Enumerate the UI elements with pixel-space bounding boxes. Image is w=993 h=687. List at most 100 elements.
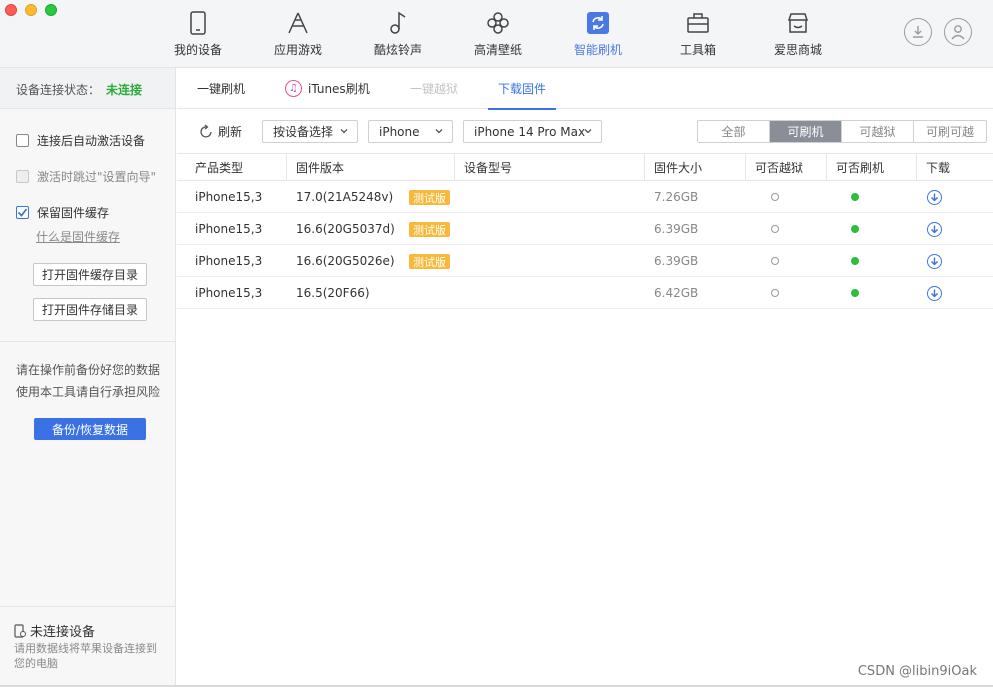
tab-one-click-flash[interactable]: 一键刷机 [197, 68, 245, 109]
cell-flash [851, 213, 859, 245]
nav-label: 酷炫铃声 [373, 43, 422, 57]
refresh-button[interactable]: 刷新 [199, 123, 242, 140]
column-header-product[interactable]: 产品类型 [177, 154, 285, 181]
cell-product: iPhone15,3 [195, 190, 263, 204]
cell-version: 16.6(20G5026e) [296, 254, 395, 268]
nav-label: 高清壁纸 [473, 43, 522, 57]
download-arrow-icon [931, 257, 938, 265]
minimize-window-button[interactable] [25, 4, 37, 16]
nav-label: 我的设备 [173, 43, 222, 57]
cell-jailbreak [771, 181, 779, 213]
tab-download-firmware[interactable]: 下载固件 [488, 68, 557, 110]
no-device-description: 请用数据线将苹果设备连接到您的电脑 [14, 642, 157, 670]
download-manager-button[interactable] [904, 18, 932, 46]
sidebar: 设备连接状态： 未连接 连接后自动激活设备 激活时跳过"设置向导" 保留固件缓存 … [0, 68, 176, 687]
available-dot-icon [851, 289, 859, 297]
auto-activate-label: 连接后自动激活设备 [37, 134, 146, 148]
download-firmware-button[interactable] [927, 253, 942, 269]
zoom-window-button[interactable] [45, 4, 57, 16]
cell-jailbreak [771, 213, 779, 245]
column-header-size[interactable]: 固件大小 [644, 154, 745, 181]
column-header-model[interactable]: 设备型号 [454, 154, 644, 181]
table-row[interactable]: iPhone15,3 16.6(20G5037d) 测试版 6.39GB [177, 213, 993, 245]
nav-toolbox[interactable]: 工具箱 [648, 0, 748, 68]
top-bar: 我的设备 应用游戏 酷炫铃声 高清壁纸 智能刷机 工具箱 爱思商城 [0, 0, 993, 68]
column-header-download[interactable]: 下载 [916, 154, 993, 181]
nav-label: 应用游戏 [273, 43, 322, 57]
column-header-version[interactable]: 固件版本 [286, 154, 454, 181]
auto-activate-option[interactable]: 连接后自动激活设备 [16, 132, 145, 149]
tab-one-click-jailbreak: 一键越狱 [410, 68, 458, 109]
download-arrow-icon [931, 225, 938, 233]
download-icon [913, 26, 923, 38]
column-header-flash[interactable]: 可否刷机 [826, 154, 916, 181]
tab-label: iTunes刷机 [308, 82, 370, 96]
nav-ringtones[interactable]: 酷炫铃声 [348, 0, 448, 68]
checkmark-icon [17, 208, 28, 217]
keep-cache-checkbox[interactable] [16, 206, 29, 219]
nav-my-device[interactable]: 我的设备 [148, 0, 248, 68]
device-model-dropdown[interactable]: iPhone 14 Pro Max [463, 120, 602, 143]
beta-badge: 测试版 [409, 190, 450, 205]
flower-icon [485, 10, 511, 36]
device-type-dropdown[interactable]: iPhone [368, 120, 453, 143]
nav-wallpapers[interactable]: 高清壁纸 [448, 0, 548, 68]
download-firmware-button[interactable] [927, 189, 942, 205]
nav-store[interactable]: 爱思商城 [748, 0, 848, 68]
phone-icon [185, 10, 211, 36]
backup-restore-button[interactable]: 备份/恢复数据 [34, 418, 146, 440]
cell-download [927, 213, 942, 245]
table-row[interactable]: iPhone15,3 17.0(21A5248v) 测试版 7.26GB [177, 181, 993, 213]
download-firmware-button[interactable] [927, 221, 942, 237]
filter-jailbreakable[interactable]: 可越狱 [842, 121, 914, 142]
unavailable-dot-icon [771, 289, 779, 297]
nav-label: 爱思商城 [773, 43, 822, 57]
device-model-value: iPhone 14 Pro Max [474, 124, 586, 139]
open-store-dir-button[interactable]: 打开固件存储目录 [33, 298, 147, 321]
no-device-title-text: 未连接设备 [30, 625, 96, 640]
filter-all[interactable]: 全部 [698, 121, 770, 142]
available-dot-icon [851, 225, 859, 233]
table-row[interactable]: iPhone15,3 16.6(20G5026e) 测试版 6.39GB [177, 245, 993, 277]
download-firmware-button[interactable] [927, 285, 942, 301]
open-cache-dir-button[interactable]: 打开固件缓存目录 [33, 263, 147, 286]
cell-flash [851, 277, 859, 309]
cell-download [927, 245, 942, 277]
tab-label: 一键越狱 [410, 82, 459, 96]
nav-label: 智能刷机 [573, 43, 622, 57]
tab-itunes-flash[interactable]: ♫ iTunes刷机 [285, 68, 370, 109]
what-is-cache-link[interactable]: 什么是固件缓存 [36, 228, 120, 245]
cell-product: iPhone15,3 [195, 222, 263, 236]
select-mode-value: 按设备选择 [273, 125, 334, 139]
keep-cache-option[interactable]: 保留固件缓存 [16, 204, 109, 221]
chevron-down-icon [584, 129, 592, 134]
keep-cache-label: 保留固件缓存 [37, 206, 110, 220]
column-header-jailbreak[interactable]: 可否越狱 [745, 154, 826, 181]
nav-apps-games[interactable]: 应用游戏 [248, 0, 348, 68]
cell-jailbreak [771, 277, 779, 309]
close-window-button[interactable] [5, 4, 17, 16]
sidebar-divider [0, 341, 176, 342]
auto-activate-checkbox[interactable] [16, 134, 29, 147]
device-type-value: iPhone [379, 124, 420, 139]
unavailable-dot-icon [771, 257, 779, 265]
toolbox-icon [685, 10, 711, 36]
available-dot-icon [851, 257, 859, 265]
user-account-button[interactable] [944, 18, 972, 46]
store-icon [785, 10, 811, 36]
chevron-down-icon [340, 129, 348, 134]
nav-smart-flash[interactable]: 智能刷机 [548, 0, 648, 68]
cell-download [927, 181, 942, 213]
refresh-icon [200, 124, 212, 138]
backup-warning-line1: 请在操作前备份好您的数据 [15, 363, 160, 377]
filter-flashable[interactable]: 可刷机 [770, 121, 842, 142]
select-mode-dropdown[interactable]: 按设备选择 [262, 120, 358, 143]
beta-badge: 测试版 [409, 222, 450, 237]
firmware-toolbar: 刷新 按设备选择 iPhone iPhone 14 Pro Max 全部 可刷机… [177, 109, 993, 154]
filter-flash-and-jailbreak[interactable]: 可刷可越 [914, 121, 986, 142]
main-panel: 一键刷机 ♫ iTunes刷机 一键越狱 下载固件 刷新 按设备选择 iPhon… [177, 68, 993, 687]
unavailable-dot-icon [771, 225, 779, 233]
table-row[interactable]: iPhone15,3 16.5(20F66) 6.42GB [177, 277, 993, 309]
no-device-title: 未连接设备 [14, 621, 95, 640]
cell-product: iPhone15,3 [195, 254, 263, 268]
